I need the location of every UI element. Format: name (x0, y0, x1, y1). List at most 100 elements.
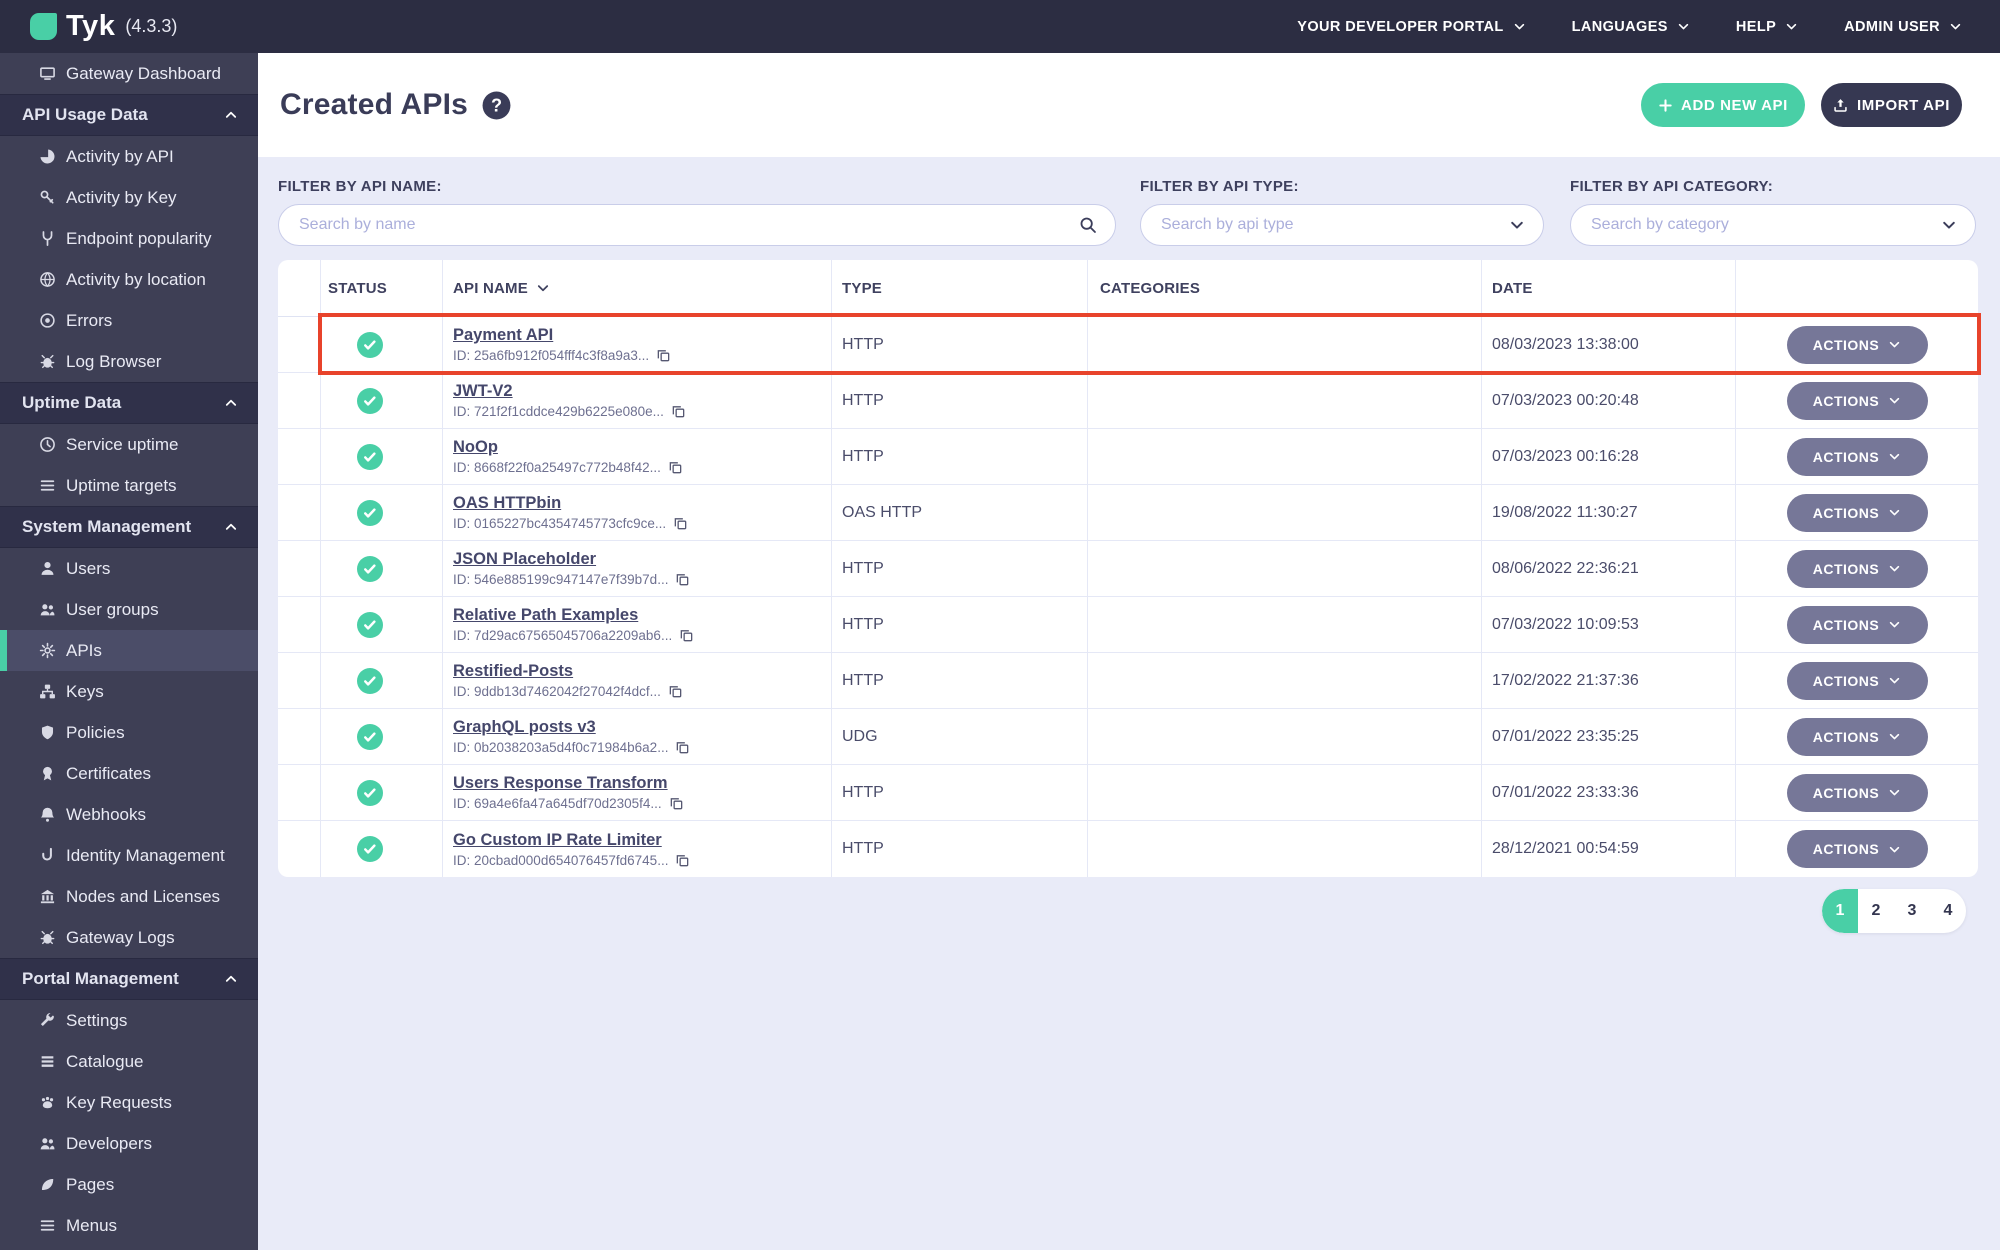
actions-button[interactable]: ACTIONS (1786, 661, 1928, 700)
actions-button[interactable]: ACTIONS (1786, 325, 1928, 364)
sidebar-item[interactable]: Uptime targets (0, 465, 258, 506)
api-name-link[interactable]: JWT-V2 (453, 382, 513, 401)
actions-button[interactable]: ACTIONS (1786, 437, 1928, 476)
page-button[interactable]: 1 (1822, 889, 1858, 933)
actions-button[interactable]: ACTIONS (1786, 717, 1928, 756)
chevron-down-icon[interactable] (1509, 217, 1525, 233)
actions-button[interactable]: ACTIONS (1786, 605, 1928, 644)
actions-button[interactable]: ACTIONS (1786, 493, 1928, 532)
sidebar-item[interactable]: System Management (0, 506, 258, 548)
sidebar-item[interactable]: Webhooks (0, 794, 258, 835)
add-new-api-button[interactable]: ADD NEW API (1641, 83, 1805, 127)
sidebar-item-label: User groups (66, 599, 159, 619)
api-name-link[interactable]: Users Response Transform (453, 774, 668, 793)
actions-button[interactable]: ACTIONS (1786, 381, 1928, 420)
status-cell (321, 541, 443, 596)
api-name-link[interactable]: Relative Path Examples (453, 606, 638, 625)
sidebar-item[interactable]: Log Browser (0, 341, 258, 382)
page-button[interactable]: 2 (1858, 889, 1894, 933)
sidebar-item[interactable]: Policies (0, 712, 258, 753)
api-name-link[interactable]: NoOp (453, 438, 498, 457)
actions-button[interactable]: ACTIONS (1786, 549, 1928, 588)
sidebar-item[interactable]: Service uptime (0, 424, 258, 465)
sidebar-item[interactable]: Activity by API (0, 136, 258, 177)
copy-icon[interactable] (656, 348, 671, 363)
page-button[interactable]: 4 (1930, 889, 1966, 933)
actions-button[interactable]: ACTIONS (1786, 830, 1928, 868)
actions-button[interactable]: ACTIONS (1786, 773, 1928, 812)
sidebar-item[interactable]: Endpoint popularity (0, 218, 258, 259)
copy-icon[interactable] (675, 740, 690, 755)
api-category-select[interactable]: Search by category (1570, 204, 1976, 246)
sidebar-item[interactable]: APIs (0, 630, 258, 671)
copy-icon[interactable] (675, 853, 690, 868)
api-type-select[interactable]: Search by api type (1140, 204, 1544, 246)
table-row: Restified-Posts ID: 9ddb13d7462042f27042… (278, 653, 1978, 709)
api-type-cell: HTTP (832, 597, 1088, 652)
plus-icon (1658, 98, 1673, 113)
copy-icon[interactable] (679, 628, 694, 643)
chevron-down-icon[interactable] (1941, 217, 1957, 233)
chevron-down-icon (1513, 20, 1526, 33)
tyk-logo[interactable]: Tyk (4.3.3) (30, 10, 177, 43)
api-date-cell: 17/02/2022 21:37:36 (1482, 653, 1736, 708)
sort-chevron-icon[interactable] (536, 281, 550, 295)
sidebar-item[interactable]: User groups (0, 589, 258, 630)
page-title: Created APIs (280, 88, 469, 121)
header-api-name[interactable]: API NAME (443, 260, 832, 316)
sidebar-item[interactable]: Portal Management (0, 958, 258, 1000)
api-name-link[interactable]: GraphQL posts v3 (453, 718, 596, 737)
api-name-link[interactable]: Restified-Posts (453, 662, 573, 681)
sidebar-item[interactable]: Settings (0, 1000, 258, 1041)
topbar-menu-item[interactable]: YOUR DEVELOPER PORTAL (1297, 19, 1525, 35)
copy-icon[interactable] (675, 572, 690, 587)
sidebar-item[interactable]: Activity by Key (0, 177, 258, 218)
sidebar-item[interactable]: Certificates (0, 753, 258, 794)
copy-icon[interactable] (671, 404, 686, 419)
topbar-menu-item[interactable]: LANGUAGES (1572, 19, 1690, 35)
sidebar-item[interactable]: Developers (0, 1123, 258, 1164)
help-icon[interactable]: ? (482, 91, 511, 120)
search-by-name-input[interactable] (299, 216, 1079, 234)
sidebar-item[interactable]: Pages (0, 1164, 258, 1205)
sidebar-item[interactable]: Users (0, 548, 258, 589)
api-id-line: ID: 9ddb13d7462042f27042f4dcf... (453, 684, 683, 699)
copy-icon[interactable] (669, 796, 684, 811)
api-categories-cell (1088, 317, 1482, 372)
sidebar-item[interactable]: Uptime Data (0, 382, 258, 424)
sitemap-icon (39, 683, 56, 700)
api-name-link[interactable]: Payment API (453, 326, 553, 345)
monitor-icon (39, 65, 56, 82)
status-active-icon (357, 723, 383, 750)
copy-icon[interactable] (668, 460, 683, 475)
search-icon[interactable] (1079, 216, 1097, 234)
sidebar-item[interactable]: Identity Management (0, 835, 258, 876)
sidebar-item[interactable]: API Usage Data (0, 94, 258, 136)
sidebar-item[interactable]: Activity by location (0, 259, 258, 300)
sidebar-item[interactable]: Gateway Dashboard (0, 53, 258, 94)
sidebar-item[interactable]: Keys (0, 671, 258, 712)
sidebar-item[interactable]: Errors (0, 300, 258, 341)
api-date-cell: 07/03/2023 00:16:28 (1482, 429, 1736, 484)
import-api-button[interactable]: IMPORT API (1821, 83, 1962, 127)
api-name-link[interactable]: JSON Placeholder (453, 550, 596, 569)
sidebar-item-label: Uptime Data (22, 393, 122, 412)
api-name-link[interactable]: Go Custom IP Rate Limiter (453, 831, 662, 850)
topbar-menu-item[interactable]: ADMIN USER (1844, 19, 1962, 35)
api-id-text: ID: 546e885199c947147e7f39b7d... (453, 572, 669, 587)
copy-icon[interactable] (673, 516, 688, 531)
sidebar-item[interactable]: Key Requests (0, 1082, 258, 1123)
sidebar-item[interactable]: Menus (0, 1205, 258, 1246)
copy-icon[interactable] (668, 684, 683, 699)
sidebar-item-label: Endpoint popularity (66, 228, 212, 248)
filter-by-name: FILTER BY API NAME: (278, 178, 1116, 246)
sidebar-item[interactable]: Catalogue (0, 1041, 258, 1082)
sidebar-item[interactable]: Gateway Logs (0, 917, 258, 958)
page-button[interactable]: 3 (1894, 889, 1930, 933)
sidebar-item-label: Gateway Logs (66, 927, 175, 947)
chevron-up-icon (224, 108, 238, 122)
api-date-cell: 28/12/2021 00:54:59 (1482, 821, 1736, 877)
api-name-link[interactable]: OAS HTTPbin (453, 494, 561, 513)
sidebar-item[interactable]: Nodes and Licenses (0, 876, 258, 917)
topbar-menu-item[interactable]: HELP (1736, 19, 1798, 35)
